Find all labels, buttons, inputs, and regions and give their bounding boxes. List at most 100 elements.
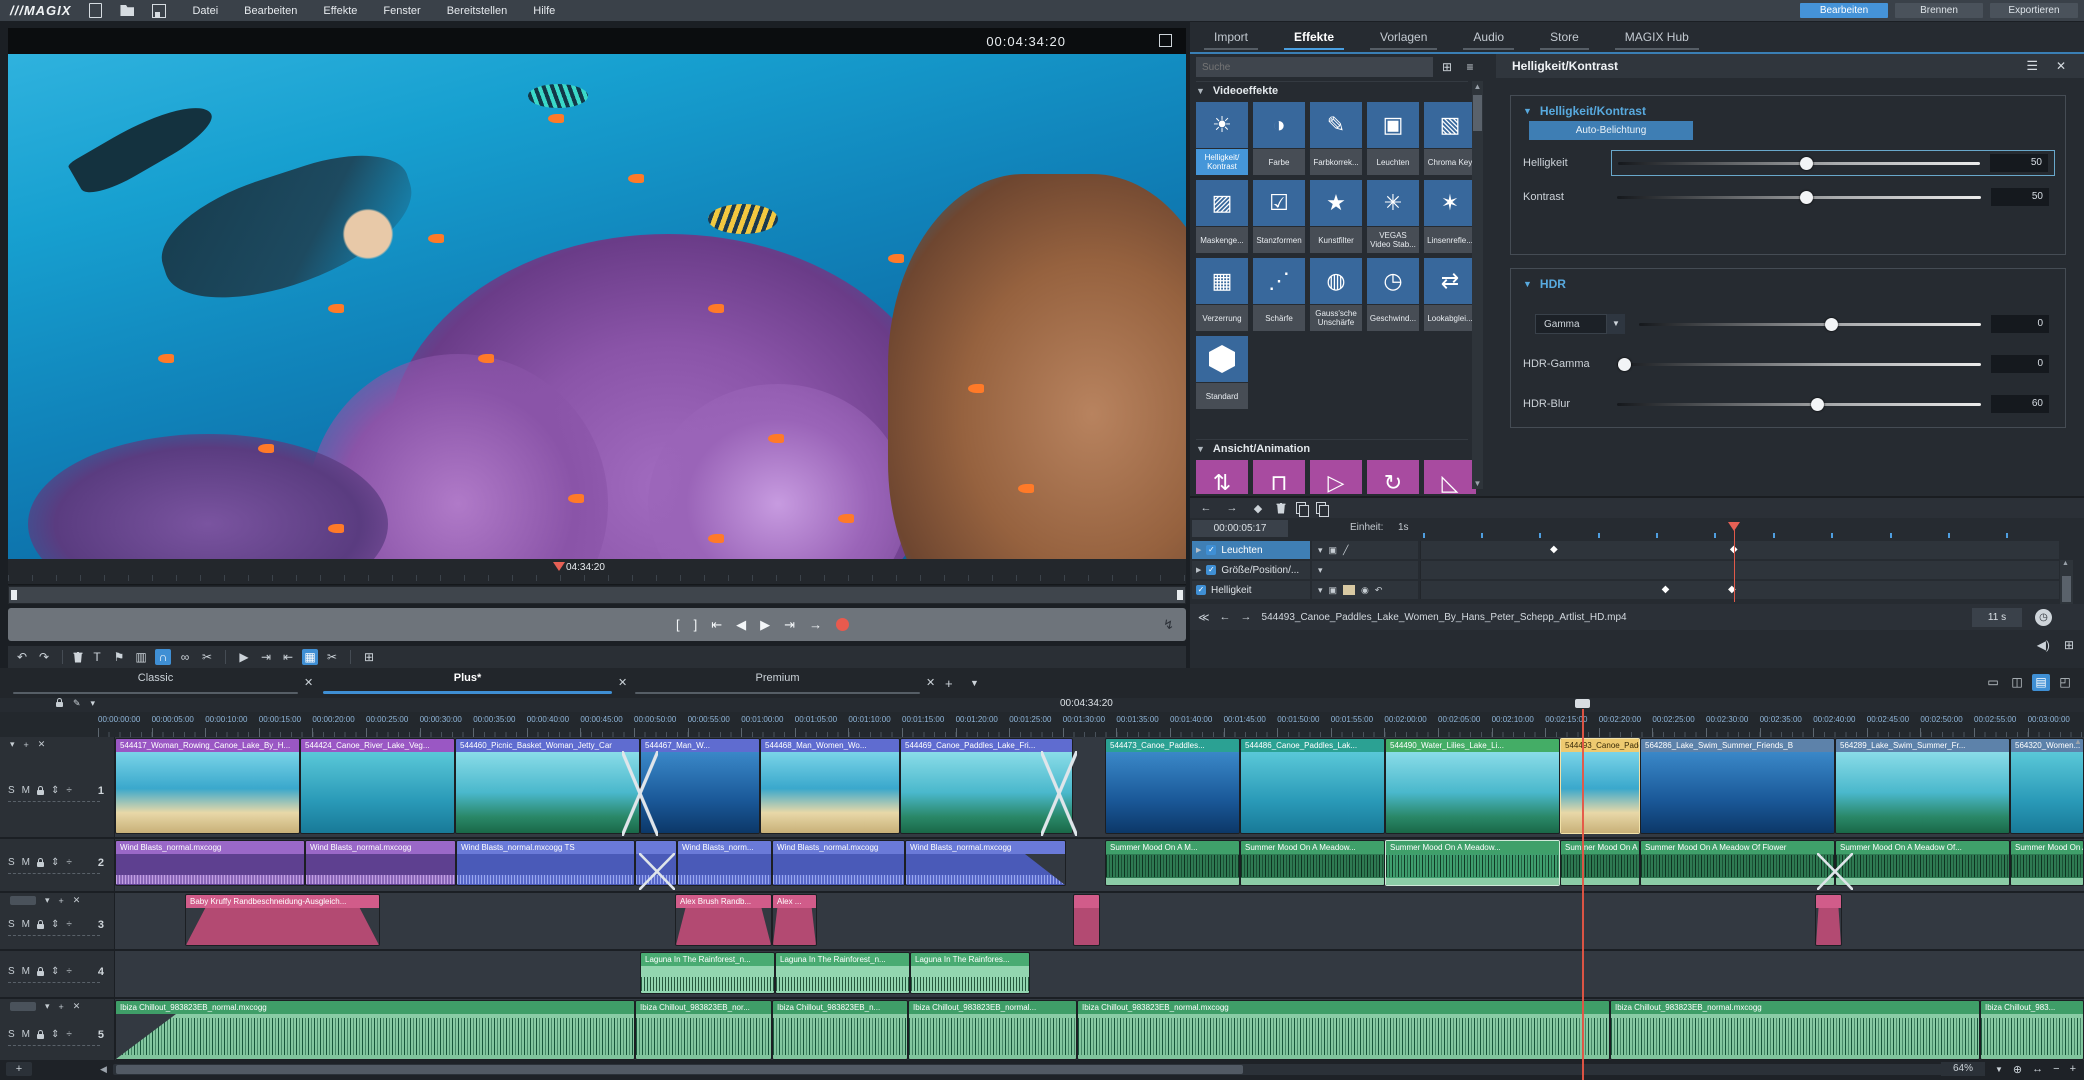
effect-tile-speed[interactable]: ◷Geschwind...	[1367, 258, 1419, 331]
scrollbar-thumb[interactable]	[116, 1065, 1243, 1074]
marker-icon[interactable]: ⚑	[111, 649, 127, 665]
slider-track[interactable]	[1618, 162, 1980, 165]
checkbox[interactable]: ✓	[1206, 565, 1216, 575]
effect-tile-mask-generator[interactable]: ▨Maskenge...	[1196, 180, 1248, 253]
mouse-mode-icon[interactable]: ▶	[236, 649, 252, 665]
parameter-label[interactable]: ✓Helligkeit	[1192, 581, 1310, 599]
audio-clip[interactable]: Summer Mood On A M...	[1105, 840, 1240, 886]
video-clip[interactable]: 544486_Canoe_Paddles_Lak...	[1240, 738, 1385, 834]
audio-clip[interactable]: Ibiza Chillout_983823EB_n...	[772, 1000, 908, 1060]
video-clip[interactable]: 564286_Lake_Swim_Summer_Friends_B	[1640, 738, 1835, 834]
audio-clip[interactable]: Summer Mood On A Me...	[1560, 840, 1640, 886]
scroll-left-icon[interactable]: ◀	[100, 1064, 107, 1075]
section-title[interactable]: ▼ HDR	[1523, 277, 2065, 291]
open-project-icon[interactable]	[120, 5, 134, 16]
scrollbar-thumb[interactable]	[2062, 576, 2071, 602]
keyframe-diamond[interactable]: ◆	[1662, 584, 1670, 595]
video-clip[interactable]: 544493_Canoe_Paddles_...	[1560, 738, 1640, 834]
slider-track[interactable]	[1617, 196, 1981, 199]
scrub-handle-right[interactable]	[1177, 590, 1183, 600]
effect-tile-chroma-key[interactable]: ▧Chroma Key	[1424, 102, 1476, 175]
tracks-scrollbar[interactable]: ▲	[2072, 737, 2084, 837]
group-icon[interactable]: ∞	[177, 649, 193, 665]
keyframe-lane[interactable]	[1420, 561, 2059, 579]
track-close-icon[interactable]: ✕	[73, 895, 81, 906]
checkbox[interactable]: ✓	[1196, 585, 1206, 595]
tab-vorlagen[interactable]: Vorlagen	[1370, 28, 1437, 50]
section-header-1[interactable]: ▼Ansicht/Animation	[1196, 439, 1468, 457]
automation-box[interactable]	[10, 1002, 36, 1011]
video-clip[interactable]: 544473_Canoe_Paddles...	[1105, 738, 1240, 834]
audio-clip[interactable]: Wind Blasts_normal.mxcogg	[772, 840, 905, 886]
effect-tile-brightness-contrast[interactable]: ☀Helligkeit/ Kontrast	[1196, 102, 1248, 175]
track-caret-down-icon[interactable]: ▾	[45, 1001, 50, 1012]
slider-value[interactable]: 50	[1990, 154, 2048, 172]
timeline-playhead-handle[interactable]	[1575, 699, 1590, 708]
next-object-icon[interactable]: →	[1241, 611, 1252, 623]
automation-box[interactable]	[10, 896, 36, 905]
track-add-icon[interactable]: +	[59, 1002, 64, 1012]
menu-datei[interactable]: Datei	[192, 5, 218, 17]
mode-button-brennen[interactable]: Brennen	[1895, 3, 1983, 18]
razor-icon[interactable]: ✂	[324, 649, 340, 665]
copy-keyframe-icon[interactable]	[1296, 502, 1306, 514]
checkbox[interactable]: ✓	[1206, 545, 1216, 555]
caret-icon[interactable]: ▾	[1318, 545, 1323, 556]
fit-width-icon[interactable]: ↔	[2032, 1063, 2043, 1075]
slider-thumb[interactable]	[1825, 318, 1838, 331]
expand-icon[interactable]: ⊞	[361, 649, 377, 665]
view-list-icon[interactable]: ≡	[1461, 57, 1479, 77]
eye-icon[interactable]: ◉	[1361, 585, 1369, 596]
audio-clip[interactable]: Ibiza Chillout_983823EB_normal.mxcogg	[115, 1000, 635, 1060]
slider-value[interactable]: 60	[1991, 395, 2049, 413]
tab-effekte[interactable]: Effekte	[1284, 28, 1344, 50]
zoom-level[interactable]: 64%	[1941, 1062, 1985, 1076]
section-header-0[interactable]: ▼Videoeffekte	[1196, 81, 1468, 99]
text-tool-icon[interactable]: T	[89, 649, 105, 665]
solo-button[interactable]: S	[8, 1029, 15, 1040]
add-project-tab-icon[interactable]: +	[945, 676, 953, 691]
audio-clip[interactable]: Wind Blasts_normal.mxcogg	[305, 840, 456, 886]
effects-scrollbar[interactable]: ▲ ▼	[1472, 81, 1483, 489]
section-title[interactable]: ▼ Helligkeit/Kontrast	[1523, 104, 2065, 118]
next-frame-icon[interactable]: ⇥	[784, 617, 795, 633]
lock-icon[interactable]	[37, 1034, 44, 1039]
delete-icon[interactable]	[73, 652, 83, 663]
crossfade-icon[interactable]	[639, 853, 675, 890]
search-input[interactable]	[1196, 57, 1433, 77]
solo-button[interactable]: S	[8, 857, 15, 868]
zoom-dropdown-icon[interactable]: ▼	[1995, 1065, 2003, 1074]
crossfade-icon[interactable]	[1817, 853, 1853, 890]
close-tab-icon[interactable]: ✕	[618, 676, 627, 689]
collapse-caret-icon[interactable]: ▼	[1196, 444, 1205, 454]
audio-clip[interactable]: Wind Blasts_normal.mxcogg TS	[456, 840, 635, 886]
solo-button[interactable]: S	[8, 919, 15, 930]
effect-tile-distortion[interactable]: ▦Verzerrung	[1196, 258, 1248, 331]
delete-keyframe-icon[interactable]	[1276, 503, 1286, 514]
color-swatch[interactable]	[1343, 585, 1355, 595]
audio-clip[interactable]: Ibiza Chillout_983823EB_normal.mxcogg	[1610, 1000, 1980, 1060]
lock-icon[interactable]	[37, 790, 44, 795]
project-tab-premium[interactable]: Premium	[635, 672, 920, 694]
mark-in-icon[interactable]: [	[676, 617, 680, 632]
collapse-caret-icon[interactable]: ▼	[1523, 279, 1532, 289]
tab-import[interactable]: Import	[1204, 28, 1258, 50]
video-clip[interactable]: 544417_Woman_Rowing_Canoe_Lake_By_H...	[115, 738, 300, 834]
menu-hilfe[interactable]: Hilfe	[533, 5, 555, 17]
slider-value[interactable]: 50	[1991, 188, 2049, 206]
mute-button[interactable]: M	[22, 966, 30, 977]
expand-icon[interactable]: ▶	[1196, 566, 1201, 574]
collapse-caret-icon[interactable]: ▼	[1196, 86, 1205, 96]
close-icon[interactable]: ✕	[2056, 59, 2066, 73]
audio-clip[interactable]: Wind Blasts_norm...	[677, 840, 772, 886]
track-fx-icon[interactable]: ÷	[66, 785, 72, 796]
auto-exposure-button[interactable]: Auto-Belichtung	[1529, 121, 1693, 140]
zoom-in-magnifier-icon[interactable]: ⊕	[2013, 1063, 2022, 1076]
project-tab-classic[interactable]: Classic	[13, 672, 298, 694]
track-add-icon[interactable]: +	[24, 740, 29, 750]
audio-meter-icon[interactable]: ▥	[133, 649, 149, 665]
track-height-icon[interactable]: ⇕	[51, 857, 59, 868]
project-tab-dropdown-icon[interactable]: ▼	[970, 678, 979, 688]
effect-tile-look-transfer[interactable]: ⇄Lookabglei...	[1424, 258, 1476, 331]
pen-icon[interactable]: ✎	[73, 698, 81, 709]
